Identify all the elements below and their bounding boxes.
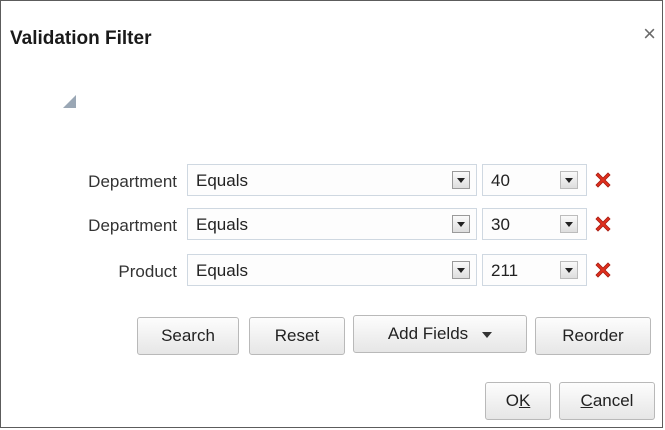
- cancel-button[interactable]: Cancel: [559, 382, 655, 420]
- operator-select[interactable]: Equals: [187, 254, 477, 286]
- reset-button[interactable]: Reset: [249, 317, 345, 355]
- field-label-product: Product: [118, 262, 177, 281]
- close-icon[interactable]: ×: [643, 23, 656, 45]
- chevron-down-icon[interactable]: [452, 215, 470, 233]
- add-fields-button[interactable]: Add Fields: [353, 315, 527, 353]
- field-label-department: Department: [88, 216, 177, 235]
- filter-row-3: Product Equals 211: [1, 254, 665, 288]
- remove-x-icon[interactable]: [593, 214, 613, 234]
- remove-x-icon[interactable]: [593, 260, 613, 280]
- reorder-button[interactable]: Reorder: [535, 317, 651, 355]
- validation-filter-dialog: Validation Filter × Department Equals 40…: [0, 0, 663, 428]
- cancel-mnemonic: C: [580, 391, 593, 410]
- operator-select[interactable]: Equals: [187, 208, 477, 240]
- field-label-department: Department: [88, 172, 177, 191]
- ok-mnemonic: K: [518, 391, 531, 410]
- remove-x-icon[interactable]: [593, 170, 613, 190]
- ok-label: O: [505, 391, 519, 410]
- chevron-down-icon: [482, 331, 493, 338]
- search-button[interactable]: Search: [137, 317, 239, 355]
- filter-value: 30: [491, 215, 510, 234]
- filter-row-2: Department Equals 30: [1, 208, 665, 242]
- chevron-down-icon[interactable]: [452, 171, 470, 189]
- value-select[interactable]: 211: [482, 254, 587, 286]
- chevron-down-icon[interactable]: [560, 261, 578, 279]
- ok-button[interactable]: OK: [485, 382, 551, 420]
- value-select[interactable]: 40: [482, 164, 587, 196]
- filter-value: 211: [491, 261, 519, 280]
- chevron-down-icon[interactable]: [560, 215, 578, 233]
- chevron-down-icon[interactable]: [560, 171, 578, 189]
- chevron-down-icon[interactable]: [452, 261, 470, 279]
- cancel-label: ancel: [592, 391, 634, 410]
- operator-value: Equals: [196, 261, 248, 280]
- operator-value: Equals: [196, 215, 248, 234]
- filter-value: 40: [491, 171, 510, 190]
- value-select[interactable]: 30: [482, 208, 587, 240]
- filter-row-1: Department Equals 40: [1, 164, 665, 198]
- operator-value: Equals: [196, 171, 248, 190]
- disclosure-triangle-icon[interactable]: [63, 95, 77, 109]
- dialog-title: Validation Filter: [10, 28, 152, 49]
- operator-select[interactable]: Equals: [187, 164, 477, 196]
- add-fields-label: Add Fields: [387, 324, 469, 343]
